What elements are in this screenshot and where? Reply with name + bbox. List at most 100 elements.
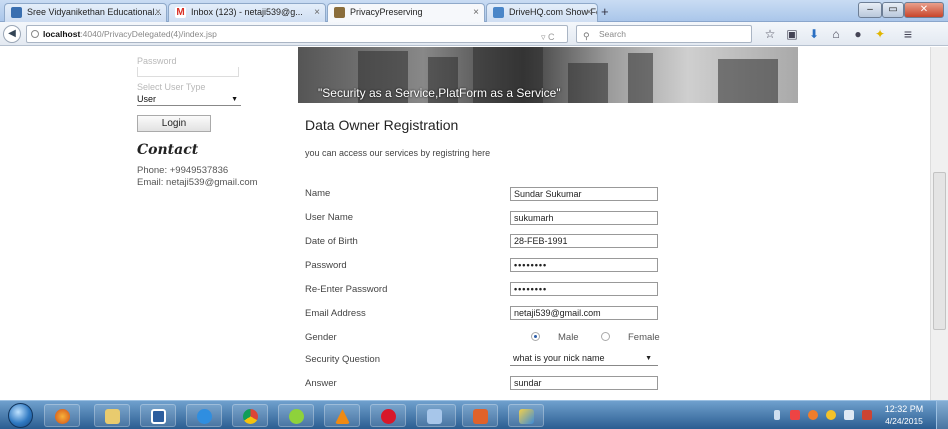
name-field[interactable]: Sundar Sukumar <box>510 187 658 201</box>
answer-label: Answer <box>305 378 337 389</box>
chrome-icon <box>243 409 258 424</box>
addon-icon[interactable]: ✦ <box>872 26 888 42</box>
presentation-taskbar-button[interactable] <box>462 404 498 427</box>
user-type-select[interactable]: User ▼ <box>137 93 241 106</box>
search-icon: ⚲ <box>583 31 590 41</box>
scrollbar-thumb[interactable] <box>933 172 946 330</box>
show-desktop-button[interactable] <box>936 401 948 429</box>
security-question-select[interactable]: what is your nick name ▼ <box>510 352 658 366</box>
tab-gmail-inbox[interactable]: M Inbox (123) - netaji539@g... × <box>168 3 326 22</box>
password-label: Password <box>305 260 347 271</box>
tray-expand-icon[interactable] <box>774 410 780 420</box>
bookmark-star-icon[interactable]: ☆ <box>762 26 778 42</box>
contact-heading: Contact <box>137 142 199 158</box>
user-type-label: Select User Type <box>137 82 206 92</box>
folder-icon <box>105 409 120 424</box>
answer-field[interactable]: sundar <box>510 376 658 390</box>
start-button[interactable] <box>8 403 33 428</box>
drivehq-favicon-icon <box>493 7 504 18</box>
opera-icon <box>381 409 396 424</box>
reenter-password-label: Re-Enter Password <box>305 284 388 295</box>
vlc-icon <box>335 409 350 424</box>
app-taskbar-button[interactable] <box>278 404 314 427</box>
media-taskbar-button[interactable] <box>140 404 176 427</box>
name-label: Name <box>305 188 331 199</box>
close-tab-icon[interactable]: × <box>586 4 592 21</box>
clock-time[interactable]: 12:32 PM <box>884 404 924 414</box>
download-icon[interactable]: ⬇ <box>806 26 822 42</box>
minimize-button[interactable]: – <box>858 2 882 18</box>
address-host: localhost <box>43 29 81 39</box>
tab-sree-vidyanikethan[interactable]: Sree Vidyanikethan Educational... × <box>4 3 167 22</box>
opera-taskbar-button[interactable] <box>370 404 406 427</box>
close-window-button[interactable]: ✕ <box>904 2 944 18</box>
tab-label: DriveHQ.com Show Folder ... <box>509 7 597 17</box>
new-tab-button[interactable]: + <box>601 4 609 19</box>
tray-app-icon[interactable] <box>808 410 818 420</box>
network-icon[interactable] <box>844 410 854 420</box>
page-title: Data Owner Registration <box>305 117 459 133</box>
search-placeholder: Search <box>599 29 626 39</box>
window-icon <box>427 409 442 424</box>
search-input[interactable]: ⚲ Search <box>576 25 752 43</box>
chat-icon[interactable]: ● <box>850 26 866 42</box>
login-button[interactable]: Login <box>137 115 211 132</box>
flag-icon[interactable] <box>862 410 872 420</box>
banner-image: "Security as a Service,PlatForm as a Ser… <box>298 47 798 103</box>
gender-male-radio[interactable] <box>531 332 540 341</box>
vertical-scrollbar[interactable] <box>930 47 948 400</box>
ie-taskbar-button[interactable] <box>186 404 222 427</box>
security-question-label: Security Question <box>305 354 380 365</box>
window-taskbar-button[interactable] <box>416 404 456 427</box>
intro-text: you can access our services by registrin… <box>305 148 491 158</box>
address-bar[interactable]: localhost:4040/PrivacyDelegated(4)/index… <box>26 25 568 43</box>
paint-taskbar-button[interactable] <box>508 404 544 427</box>
dob-field[interactable]: 28-FEB-1991 <box>510 234 658 248</box>
security-question-value: what is your nick name <box>513 353 605 363</box>
close-tab-icon[interactable]: × <box>473 4 479 21</box>
plus-app-icon <box>289 409 304 424</box>
tab-privacy-preserving[interactable]: PrivacyPreserving × <box>327 3 485 22</box>
maximize-button[interactable]: ▭ <box>882 2 904 18</box>
close-tab-icon[interactable]: × <box>155 4 161 21</box>
sidebar-password-input[interactable] <box>137 67 239 77</box>
chrome-taskbar-button[interactable] <box>232 404 268 427</box>
gmail-icon: M <box>175 7 186 18</box>
reenter-password-field[interactable]: •••••••• <box>510 282 658 296</box>
gender-label: Gender <box>305 332 337 343</box>
tray-app-icon[interactable] <box>790 410 800 420</box>
home-icon[interactable]: ⌂ <box>828 26 844 42</box>
screen: Sree Vidyanikethan Educational... × M In… <box>0 0 948 429</box>
chevron-down-icon: ▼ <box>231 96 238 103</box>
password-field[interactable]: •••••••• <box>510 258 658 272</box>
vlc-taskbar-button[interactable] <box>324 404 360 427</box>
tab-label: Inbox (123) - netaji539@g... <box>191 7 303 17</box>
address-path: :4040/PrivacyDelegated(4)/index.jsp <box>80 29 217 39</box>
firefox-icon <box>55 409 70 424</box>
browser-tab-bar: Sree Vidyanikethan Educational... × M In… <box>0 0 948 22</box>
email-label: Email Address <box>305 308 366 319</box>
reading-list-icon[interactable]: ▣ <box>784 26 800 42</box>
gender-female-radio[interactable] <box>601 332 610 341</box>
tab-label: PrivacyPreserving <box>350 7 423 17</box>
chevron-down-icon: ▼ <box>645 355 652 362</box>
tab-drivehq[interactable]: DriveHQ.com Show Folder ... × <box>486 3 598 22</box>
email-field[interactable]: netaji539@gmail.com <box>510 306 658 320</box>
page-favicon-icon <box>334 7 345 18</box>
tab-label: Sree Vidyanikethan Educational... <box>27 7 162 17</box>
tray-app-icon[interactable] <box>826 410 836 420</box>
username-label: User Name <box>305 212 354 223</box>
menu-icon[interactable]: ≡ <box>900 26 916 42</box>
media-player-icon <box>151 409 166 424</box>
explorer-taskbar-button[interactable] <box>94 404 130 427</box>
firefox-taskbar-button[interactable] <box>44 404 80 427</box>
password-label: Password <box>137 56 177 66</box>
paint-icon <box>519 409 534 424</box>
presentation-icon <box>473 409 488 424</box>
clock-date[interactable]: 4/24/2015 <box>884 416 924 426</box>
back-button[interactable]: ◀ <box>3 25 21 43</box>
reload-icon[interactable]: ▿ C <box>541 29 555 42</box>
close-tab-icon[interactable]: × <box>314 4 320 21</box>
contact-phone: Phone: +9949537836 <box>137 165 229 176</box>
username-field[interactable]: sukumarh <box>510 211 658 225</box>
